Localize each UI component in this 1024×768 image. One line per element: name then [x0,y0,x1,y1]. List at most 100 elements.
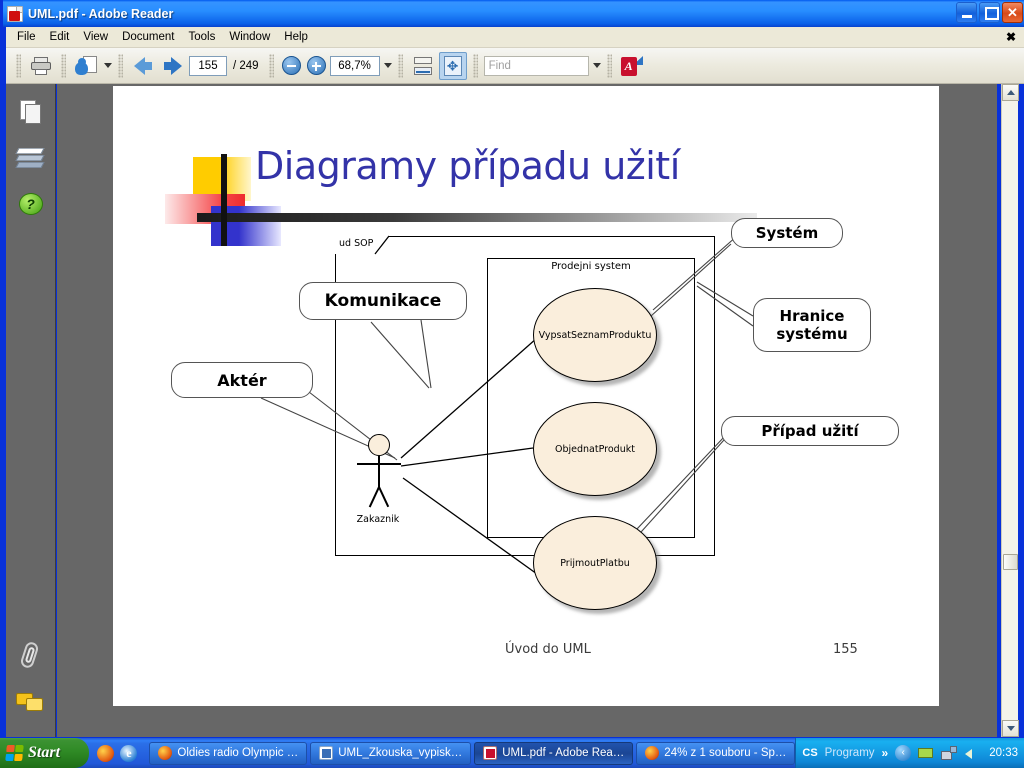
menu-item-edit[interactable]: Edit [43,29,77,45]
minimize-button[interactable] [956,2,977,23]
taskbar-item-download[interactable]: 24% z 1 souboru - Sp… [636,741,796,765]
toolbar-grip[interactable] [16,53,21,78]
arrow-right-icon [164,56,182,75]
menu-item-file[interactable]: File [10,29,43,45]
start-button[interactable]: Start [0,738,90,768]
close-document-icon[interactable]: ✖ [1006,30,1016,44]
sidebar-item-pages[interactable] [14,96,48,130]
start-button-label: Start [28,744,61,761]
page-number-input[interactable]: 155 [189,55,227,76]
fit-page-button[interactable]: ✥ [438,51,467,80]
adobe-reader-window: UML.pdf - Adobe Reader File Edit View Do… [0,0,1024,740]
document-viewport[interactable]: Diagramy případu užití ud SOP Prodejni s… [57,84,997,737]
search-options-icon[interactable] [592,63,601,68]
menu-item-tools[interactable]: Tools [182,29,223,45]
taskbar-item-adobe-reader[interactable]: UML.pdf - Adobe Rea… [474,741,634,765]
navigation-sidebar: ? [6,84,56,737]
actor-body [378,456,380,488]
toolbar: 155 / 249 68,7% ✥ Find A [6,48,1024,84]
menu-item-view[interactable]: View [76,29,115,45]
actor-leg-left [368,486,380,508]
toolbar-grip[interactable] [118,53,123,78]
menu-item-help[interactable]: Help [277,29,315,45]
taskbar-item-label: Oldies radio Olympic … [177,747,299,759]
system-boundary-label: Prodejni system [551,261,631,272]
menu-item-window[interactable]: Window [222,29,277,45]
callout-hranice-systemu: Hranice systému [753,298,871,352]
chevron-right-icon[interactable]: » [882,746,889,760]
scroll-down-button[interactable] [1002,720,1019,737]
fit-width-button[interactable] [409,52,437,80]
previous-page-button[interactable] [129,52,157,80]
taskbar-item-uml-zkouska[interactable]: UML_Zkouska_vypisk… [310,741,472,765]
actor-zakaznik[interactable] [355,434,401,518]
language-indicator[interactable]: CS [802,747,817,759]
pdf-document-icon [7,5,23,22]
diagram-frame-label: ud SOP [339,238,374,249]
vertical-scrollbar[interactable] [1001,84,1019,737]
pdf-page: Diagramy případu užití ud SOP Prodejni s… [113,86,939,706]
print-button[interactable] [27,52,55,80]
email-button[interactable] [72,52,100,80]
actor-leg-right [378,486,389,508]
firefox-icon [158,746,173,760]
fit-width-icon [413,56,433,75]
firefox-icon[interactable] [97,744,115,762]
toolbar-grip[interactable] [397,53,403,78]
sidebar-item-help[interactable]: ? [14,188,48,222]
task-list: Oldies radio Olympic … UML_Zkouska_vypis… [145,741,796,765]
search-input[interactable]: Find [483,55,589,76]
programs-label: Programy [824,747,875,759]
zoom-level-input[interactable]: 68,7% [329,55,380,76]
taskbar-item-label: UML.pdf - Adobe Rea… [502,747,625,759]
zoom-out-button[interactable] [281,56,301,75]
close-button[interactable] [1002,2,1023,23]
toolbar-grip[interactable] [268,53,274,78]
chevron-down-icon[interactable] [104,63,112,68]
use-case-vypsat-seznam-produktu[interactable]: VypsatSeznamProduktu [533,288,657,382]
toolbar-grip[interactable] [606,53,612,78]
use-case-prijmout-platbu[interactable]: PrijmoutPlatbu [533,516,657,610]
callout-system: Systém [731,218,843,248]
callout-komunikace: Komunikace [299,282,467,320]
adobe-export-button[interactable]: A [618,52,646,80]
toolbar-grip[interactable] [61,53,66,78]
use-case-objednat-produkt[interactable]: ObjednatProdukt [533,402,657,496]
zoom-in-button[interactable] [306,56,326,75]
firefox-icon [645,746,660,760]
adobe-export-icon: A [620,55,643,76]
page-total-label: / 249 [233,59,259,72]
next-page-button[interactable] [159,52,187,80]
window-titlebar[interactable]: UML.pdf - Adobe Reader [3,0,1024,27]
callout-pripad-uziti: Případ užití [721,416,899,446]
scrollbar-thumb[interactable] [1003,554,1018,570]
actor-head [368,434,390,456]
mail-icon[interactable] [918,746,934,760]
pdf-icon [483,746,498,760]
network-icon[interactable] [941,746,958,760]
sidebar-item-attachments[interactable] [14,639,48,673]
chevron-down-icon [1006,726,1015,731]
menu-item-document[interactable]: Document [115,29,181,45]
email-document-icon [75,55,97,76]
scroll-up-button[interactable] [1002,84,1019,101]
actor-label: Zakaznik [356,514,400,525]
quick-launch-bar: e [89,738,145,768]
clock[interactable]: 20:33 [989,747,1018,759]
taskbar-item-oldies-radio[interactable]: Oldies radio Olympic … [149,741,308,765]
toolbar-grip[interactable] [472,53,478,78]
printer-icon [31,56,51,75]
fit-page-icon: ✥ [443,55,462,76]
menubar: File Edit View Document Tools Window Hel… [6,27,1024,48]
maximize-button[interactable] [979,2,1000,23]
chevron-up-icon [1006,90,1015,95]
ie-icon[interactable]: e [120,744,138,762]
sidebar-item-comments[interactable] [14,685,48,719]
use-case-label: PrijmoutPlatbu [560,557,630,569]
windows-flag-icon [5,745,24,761]
zoom-dropdown-icon[interactable] [383,63,392,68]
sidebar-item-layers[interactable] [14,142,48,176]
tray-expand-icon[interactable]: ‹ [895,745,912,761]
volume-icon[interactable] [964,746,980,760]
window-controls [956,2,1023,23]
